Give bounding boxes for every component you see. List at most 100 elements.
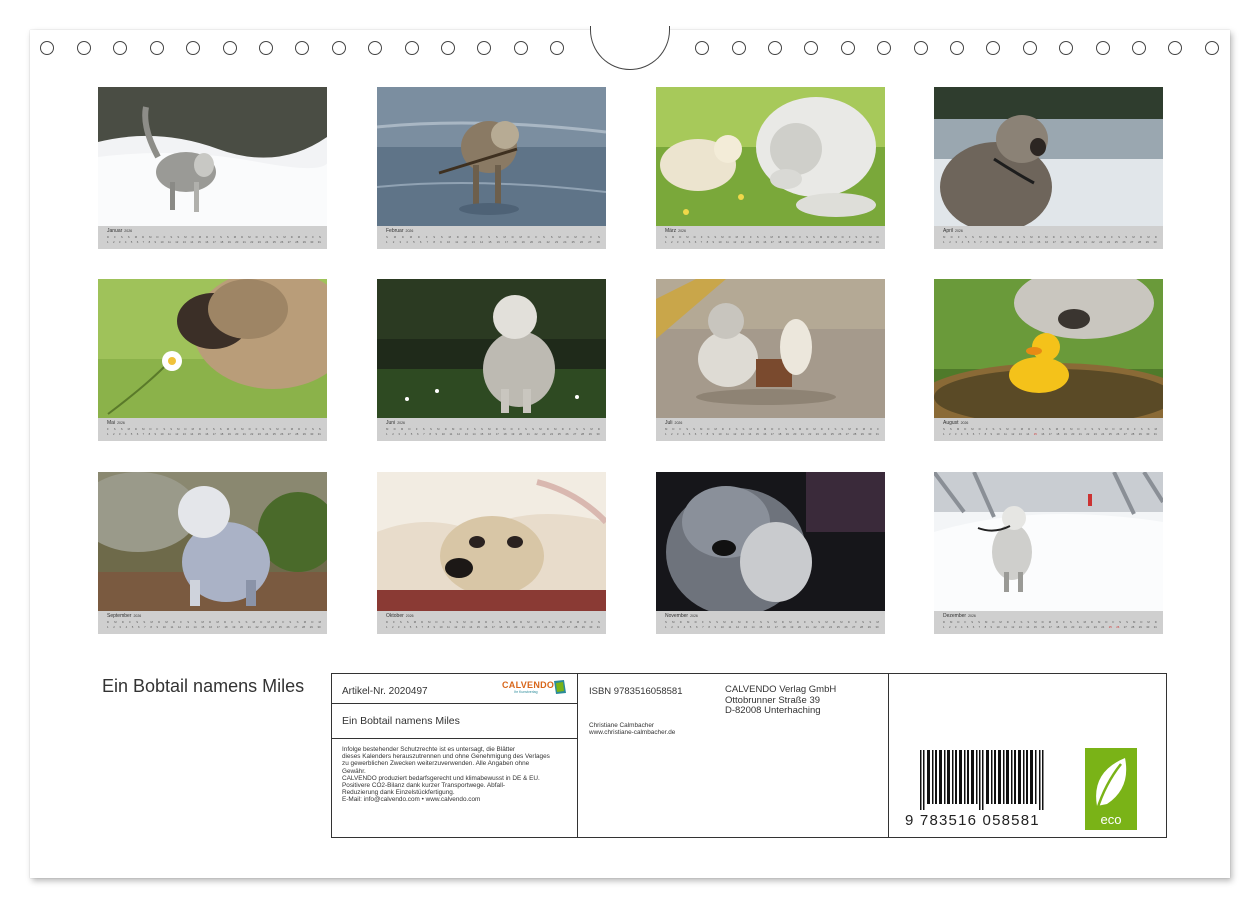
- weekday-row: SMDMDFSSMDMDFSSMDMDFSSMDMDFS: [386, 235, 600, 239]
- date-row: 1 2 3 4 5 6 7 8 9 10 11 12 13 14 15 16 17 18 19 20 21 22 23 24 2…: [386, 240, 600, 244]
- author-credit: Christiane Calmbacher www.christiane-cal…: [589, 722, 676, 737]
- weekday-row: DFSSMDMDFSSMDMDFSSMDMDFSSMDMDFS: [107, 235, 321, 239]
- weekday-row: MDFSSMDMDFSSMDMDFSSMDMDFSSMDMDF: [665, 427, 879, 431]
- month-label: Juni 2026: [386, 420, 405, 426]
- month-thumbnail-february: Februar 2026 SMDMDFSSMDMDFSSMDMDFSSMDMDFS…: [377, 87, 606, 249]
- photo-july: [656, 279, 885, 418]
- binding-hole: [1096, 41, 1110, 55]
- calendar-strip: Mai 2026 FSSMDMDFSSMDMDFSSMDMDFSSMDMDFSS …: [98, 418, 327, 441]
- binding-hole: [405, 41, 419, 55]
- month-label: Oktober 2026: [386, 613, 414, 619]
- binding-hole: [514, 41, 528, 55]
- hanger-cutout: [590, 26, 670, 70]
- month-thumbnail-october: Oktober 2026 DFSSMDMDFSSMDMDFSSMDMDFSSMDM…: [377, 472, 606, 634]
- weekday-row: SSMDMDFSSMDMDFSSMDMDFSSMDMDFSSM: [943, 427, 1157, 431]
- date-row: 1 2 3 4 5 6 7 8 9 10 11 12 13 14 15 16 17 18 19 20 21 22 23 24 2…: [107, 432, 321, 436]
- photo-march: [656, 87, 885, 226]
- month-label: April 2026: [943, 228, 963, 234]
- calendar-strip: Oktober 2026 DFSSMDMDFSSMDMDFSSMDMDFSSMDM…: [377, 611, 606, 634]
- date-row: 1 2 3 4 5 6 7 8 9 10 11 12 13 14 15 16 17 18 19 20 21 22 23 24 2…: [386, 432, 600, 436]
- binding-hole: [1205, 41, 1219, 55]
- binding-hole: [768, 41, 782, 55]
- calendar-strip: April 2026 MDFSSMDMDFSSMDMDFSSMDMDFSSMDMD…: [934, 226, 1163, 249]
- calvendo-logo-subtitle: Ihr Kunstverlag: [514, 690, 538, 694]
- binding-hole: [550, 41, 564, 55]
- binding-hole: [732, 41, 746, 55]
- divider: [888, 674, 889, 837]
- weekday-row: SMDMDFSSMDMDFSSMDMDFSSMDMDFSSM: [665, 620, 879, 624]
- calvendo-logo-text: CALVENDO: [502, 680, 555, 690]
- binding-hole: [332, 41, 346, 55]
- date-row: 1 2 3 4 5 6 7 8 9 10 11 12 13 14 15 16 17 18 19 20 21 22 23 24 2…: [943, 432, 1157, 436]
- month-label: November 2026: [665, 613, 698, 619]
- date-row: 1 2 3 4 5 6 7 8 9 10 11 12 13 14 15 16 17 18 19 20 21 22 23 24 2…: [943, 240, 1157, 244]
- binding-hole: [841, 41, 855, 55]
- binding-hole: [223, 41, 237, 55]
- photo-december: [934, 472, 1163, 611]
- weekday-row: SMDMDFSSMDMDFSSMDMDFSSMDMDFSSMD: [665, 235, 879, 239]
- binding-hole: [259, 41, 273, 55]
- date-row: 1 2 3 4 5 6 7 8 9 10 11 12 13 14 15 16 17 18 19 20 21 22 23 24 2…: [943, 625, 1157, 629]
- month-thumbnail-july: Juli 2026 MDFSSMDMDFSSMDMDFSSMDMDFSSMDMDF…: [656, 279, 885, 441]
- binding-hole: [368, 41, 382, 55]
- calendar-strip: Juli 2026 MDFSSMDMDFSSMDMDFSSMDMDFSSMDMDF…: [656, 418, 885, 441]
- weekday-row: MDMDFSSMDMDFSSMDMDFSSMDMDFSSMD: [386, 427, 600, 431]
- calendar-strip: September 2026 DMDFSSMDMDFSSMDMDFSSMDMDFS…: [98, 611, 327, 634]
- photo-november: [656, 472, 885, 611]
- imprint-box: Artikel-Nr. 2020497 CALVENDO Ihr Kunstve…: [331, 673, 1167, 838]
- calendar-strip: August 2026 SSMDMDFSSMDMDFSSMDMDFSSMDMDFS…: [934, 418, 1163, 441]
- binding-hole: [986, 41, 1000, 55]
- calendar-back-page: Januar 2026 DFSSMDMDFSSMDMDFSSMDMDFSSMDMD…: [30, 26, 1230, 878]
- date-row: 1 2 3 4 5 6 7 8 9 10 11 12 13 14 15 16 17 18 19 20 21 22 23 24 2…: [665, 625, 879, 629]
- barcode: [920, 750, 1044, 810]
- weekday-row: FSSMDMDFSSMDMDFSSMDMDFSSMDMDFSS: [107, 427, 321, 431]
- photo-may: [98, 279, 327, 418]
- binding-hole: [950, 41, 964, 55]
- isbn-number: ISBN 9783516058581: [589, 686, 683, 697]
- photo-september: [98, 472, 327, 611]
- calendar-strip: Juni 2026 MDMDFSSMDMDFSSMDMDFSSMDMDFSSMD …: [377, 418, 606, 441]
- calendar-strip: Dezember 2026 DMDFSSMDMDFSSMDMDFSSMDMDFSS…: [934, 611, 1163, 634]
- month-label: März 2026: [665, 228, 686, 234]
- binding-hole: [295, 41, 309, 55]
- binding-hole: [914, 41, 928, 55]
- month-label: Dezember 2026: [943, 613, 976, 619]
- binding-hole: [441, 41, 455, 55]
- month-label: Februar 2026: [386, 228, 414, 234]
- photo-october: [377, 472, 606, 611]
- month-thumbnail-april: April 2026 MDFSSMDMDFSSMDMDFSSMDMDFSSMDMD…: [934, 87, 1163, 249]
- month-thumbnail-august: August 2026 SSMDMDFSSMDMDFSSMDMDFSSMDMDFS…: [934, 279, 1163, 441]
- date-row: 1 2 3 4 5 6 7 8 9 10 11 12 13 14 15 16 17 18 19 20 21 22 23 24 2…: [107, 240, 321, 244]
- divider: [332, 738, 577, 739]
- date-row: 1 2 3 4 5 6 7 8 9 10 11 12 13 14 15 16 17 18 19 20 21 22 23 24 2…: [386, 625, 600, 629]
- binding-hole: [695, 41, 709, 55]
- weekday-row: MDFSSMDMDFSSMDMDFSSMDMDFSSMDMD: [943, 235, 1157, 239]
- imprint-title: Ein Bobtail namens Miles: [342, 715, 460, 727]
- date-row: 1 2 3 4 5 6 7 8 9 10 11 12 13 14 15 16 17 18 19 20 21 22 23 24 2…: [665, 432, 879, 436]
- photo-august: [934, 279, 1163, 418]
- date-row: 1 2 3 4 5 6 7 8 9 10 11 12 13 14 15 16 17 18 19 20 21 22 23 24 2…: [665, 240, 879, 244]
- calendar-strip: November 2026 SMDMDFSSMDMDFSSMDMDFSSMDMDF…: [656, 611, 885, 634]
- weekday-row: DMDFSSMDMDFSSMDMDFSSMDMDFSSMDMD: [943, 620, 1157, 624]
- barcode-digits: 9 783516 058581: [905, 812, 1040, 829]
- binding-hole: [150, 41, 164, 55]
- photo-january: [98, 87, 327, 226]
- binding-hole: [477, 41, 491, 55]
- calendar-title: Ein Bobtail namens Miles: [102, 676, 305, 696]
- calvendo-logo-icon: [554, 680, 566, 694]
- weekday-row: DFSSMDMDFSSMDMDFSSMDMDFSSMDMDFS: [386, 620, 600, 624]
- month-thumbnail-may: Mai 2026 FSSMDMDFSSMDMDFSSMDMDFSSMDMDFSS …: [98, 279, 327, 441]
- month-label: Juli 2026: [665, 420, 683, 426]
- article-number: Artikel-Nr. 2020497: [342, 686, 428, 697]
- binding-hole: [1059, 41, 1073, 55]
- eco-leaf-icon: eco: [1085, 748, 1137, 830]
- binding-hole: [1132, 41, 1146, 55]
- photo-june: [377, 279, 606, 418]
- binding-hole: [1168, 41, 1182, 55]
- month-thumbnail-september: September 2026 DMDFSSMDMDFSSMDMDFSSMDMDFS…: [98, 472, 327, 634]
- publisher-address: CALVENDO Verlag GmbH Ottobrunner Straße …: [725, 684, 837, 716]
- binding-hole: [40, 41, 54, 55]
- month-thumbnail-june: Juni 2026 MDMDFSSMDMDFSSMDMDFSSMDMDFSSMD …: [377, 279, 606, 441]
- divider: [332, 703, 577, 704]
- calendar-strip: Februar 2026 SMDMDFSSMDMDFSSMDMDFSSMDMDFS…: [377, 226, 606, 249]
